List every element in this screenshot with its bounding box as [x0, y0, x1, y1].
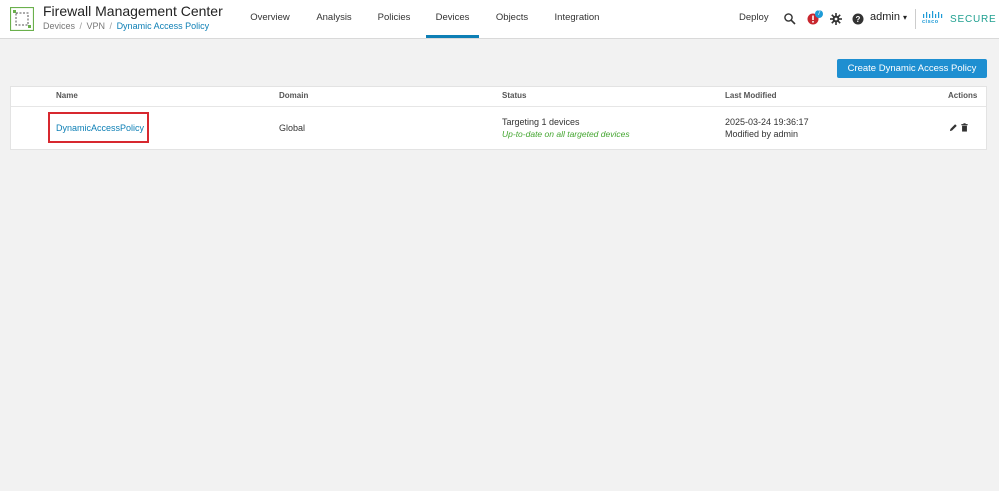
nav-policies[interactable]: Policies: [368, 0, 420, 38]
policy-table: Name Domain Status Last Modified Actions…: [10, 86, 987, 150]
app-logo-icon[interactable]: [10, 7, 34, 31]
policy-name-link[interactable]: DynamicAccessPolicy: [56, 123, 144, 133]
user-menu[interactable]: admin ▾: [870, 11, 907, 23]
column-header-name[interactable]: Name: [56, 91, 78, 100]
status-up-to-date: Up-to-date on all targeted devices: [502, 129, 630, 139]
brand-cisco: cisco: [922, 19, 939, 25]
column-header-domain[interactable]: Domain: [279, 91, 308, 100]
nav-objects[interactable]: Objects: [487, 0, 537, 38]
header-divider-line: [11, 106, 986, 107]
search-icon[interactable]: [783, 12, 797, 26]
column-header-status[interactable]: Status: [502, 91, 526, 100]
brand-logo: cisco SECURE: [922, 11, 996, 29]
breadcrumb-current: Dynamic Access Policy: [116, 21, 210, 31]
deploy-button[interactable]: Deploy: [739, 12, 769, 23]
breadcrumb-devices[interactable]: Devices: [43, 21, 75, 31]
brand-secure: SECURE: [950, 14, 997, 25]
svg-text:?: ?: [856, 15, 861, 24]
column-header-actions: Actions: [948, 91, 978, 100]
cisco-bars-icon: [923, 11, 943, 18]
nav-overview[interactable]: Overview: [241, 0, 299, 38]
nav-integration[interactable]: Integration: [545, 0, 609, 38]
create-dynamic-access-policy-button[interactable]: Create Dynamic Access Policy: [837, 59, 987, 78]
nav-devices[interactable]: Devices: [426, 0, 479, 38]
last-modified-by: Modified by admin: [725, 129, 799, 139]
edit-icon[interactable]: [949, 123, 958, 132]
column-header-last-modified[interactable]: Last Modified: [725, 91, 777, 100]
help-icon[interactable]: ?: [851, 12, 865, 26]
policy-domain: Global: [279, 123, 306, 133]
status-targeting: Targeting 1 devices: [502, 117, 580, 127]
app-title: Firewall Management Center: [43, 3, 223, 19]
user-name: admin: [870, 11, 900, 23]
nav-analysis[interactable]: Analysis: [308, 0, 360, 38]
alert-count-badge: 7: [815, 10, 823, 18]
header-divider: [915, 9, 916, 29]
gear-icon[interactable]: [829, 12, 843, 26]
top-header: Firewall Management Center Devices / VPN…: [0, 0, 999, 39]
chevron-down-icon: ▾: [903, 13, 908, 22]
last-modified-date: 2025-03-24 19:36:17: [725, 117, 809, 127]
breadcrumb: Devices / VPN / Dynamic Access Policy: [43, 21, 210, 31]
delete-icon[interactable]: [960, 123, 969, 132]
breadcrumb-vpn[interactable]: VPN: [87, 21, 106, 31]
